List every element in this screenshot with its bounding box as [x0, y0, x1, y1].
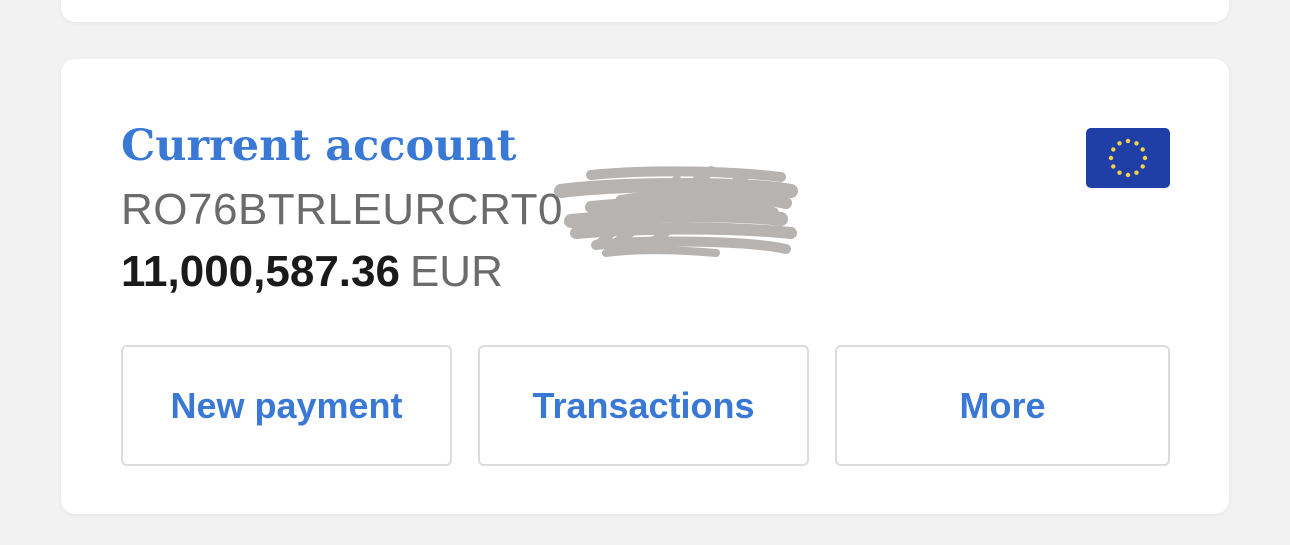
- previous-card: [61, 0, 1229, 22]
- balance-amount: 11,000,587.36: [121, 247, 400, 296]
- account-card: Current account RO76BTRLEURCRT0 11,000,5…: [61, 59, 1229, 514]
- new-payment-button[interactable]: New payment: [121, 345, 452, 466]
- account-actions: New payment Transactions More: [121, 345, 1170, 469]
- balance-currency: EUR: [409, 247, 503, 296]
- more-button[interactable]: More: [835, 345, 1170, 466]
- redaction-scribble: [554, 166, 798, 257]
- account-balance: 11,000,587.36 EUR: [121, 247, 503, 297]
- eu-flag-icon: [1086, 128, 1170, 188]
- account-title: Current account: [121, 121, 517, 171]
- account-iban: RO76BTRLEURCRT0: [121, 185, 563, 234]
- transactions-button[interactable]: Transactions: [478, 345, 809, 466]
- eu-stars: [1108, 138, 1148, 178]
